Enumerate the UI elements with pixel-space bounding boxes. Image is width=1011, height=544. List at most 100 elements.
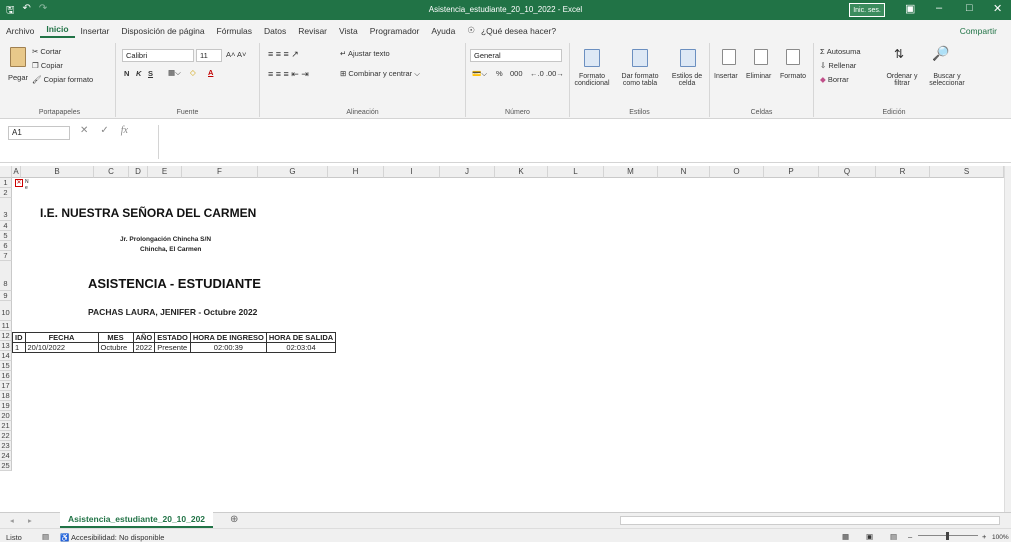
find-icon[interactable]: 🔎 (932, 45, 949, 62)
cell-mes[interactable]: Octubre (97, 342, 134, 353)
column-header[interactable]: K (495, 166, 548, 178)
conditional-format-icon[interactable] (584, 49, 600, 67)
paste-icon[interactable] (10, 47, 26, 67)
ribbon-display-icon[interactable]: ▣ (905, 2, 915, 15)
number-format-combo[interactable]: General (470, 49, 562, 62)
share-button[interactable]: Compartir (954, 26, 1003, 36)
zoom-slider-thumb[interactable] (946, 532, 949, 540)
fill-color-icon[interactable]: ◇ (190, 68, 196, 77)
decimal-icon[interactable]: ←.0 .00→ (530, 69, 564, 78)
paste-button[interactable]: Pegar (8, 73, 28, 82)
wrap-text-button[interactable]: ↵ Ajustar texto (340, 49, 390, 58)
macro-icon[interactable]: ▤ (42, 530, 49, 543)
close-icon[interactable]: ✕ (993, 2, 1002, 15)
column-header[interactable]: Q (819, 166, 876, 178)
autosum-button[interactable]: Σ Autosuma (820, 47, 861, 56)
tab-formulas[interactable]: Fórmulas (211, 26, 258, 36)
row-header[interactable]: 15 (0, 361, 12, 371)
row-header[interactable]: 12 (0, 331, 12, 341)
header-salida[interactable]: HORA DE SALIDA (265, 332, 337, 343)
tab-archivo[interactable]: Archivo (0, 26, 40, 36)
zoom-level[interactable]: 100% (992, 531, 1009, 544)
check-icon[interactable]: ✓ (100, 125, 108, 136)
zoom-in-icon[interactable]: + (982, 530, 986, 543)
cell-id[interactable]: 1 (12, 342, 26, 353)
row-header[interactable]: 5 (0, 231, 12, 241)
row-header[interactable]: 22 (0, 431, 12, 441)
cell-fecha[interactable]: 20/10/2022 (24, 342, 99, 353)
normal-view-icon[interactable]: ▦ (842, 530, 849, 543)
cell-styles-icon[interactable] (680, 49, 696, 67)
column-header[interactable]: S (930, 166, 1004, 178)
row-header[interactable]: 3 (0, 198, 12, 221)
column-header[interactable]: L (548, 166, 604, 178)
header-ingreso[interactable]: HORA DE INGRESO (189, 332, 267, 343)
header-anio[interactable]: AÑO (132, 332, 156, 343)
row-header[interactable]: 18 (0, 391, 12, 401)
next-sheet-icon[interactable]: ▸ (28, 516, 32, 525)
percent-button[interactable]: % (496, 69, 503, 78)
minimize-icon[interactable]: – (936, 2, 942, 14)
column-header[interactable]: A (12, 166, 21, 178)
column-header[interactable]: F (182, 166, 258, 178)
row-header[interactable]: 8 (0, 261, 12, 291)
column-header[interactable]: E (148, 166, 182, 178)
row-header[interactable]: 2 (0, 188, 12, 198)
cut-button[interactable]: ✂ Cortar (32, 47, 61, 56)
format-painter-button[interactable]: 🖌 Copiar formato (32, 75, 93, 84)
column-header[interactable]: G (258, 166, 328, 178)
grow-font-icon[interactable]: A˄ A˅ (226, 50, 246, 59)
format-button[interactable]: Formato (780, 73, 806, 80)
clear-button[interactable]: ◆ Borrar (820, 75, 849, 84)
cell-salida[interactable]: 02:03:04 (265, 342, 337, 353)
row-header[interactable]: 20 (0, 411, 12, 421)
column-header[interactable]: R (876, 166, 930, 178)
insert-button[interactable]: Insertar (714, 73, 738, 80)
sheet-tab[interactable]: Asistencia_estudiante_20_10_202 (60, 512, 214, 528)
row-header[interactable]: 17 (0, 381, 12, 391)
format-cells-icon[interactable] (786, 49, 800, 65)
column-header[interactable]: N (658, 166, 710, 178)
find-select-button[interactable]: Buscar y seleccionar (922, 73, 972, 87)
format-as-table-button[interactable]: Dar formato como tabla (616, 73, 664, 87)
page-break-icon[interactable]: ▤ (890, 530, 897, 543)
page-layout-icon[interactable]: ▣ (866, 530, 873, 543)
column-header[interactable]: M (604, 166, 658, 178)
function-icon[interactable]: fx (121, 125, 128, 136)
align-left-icon[interactable]: ≡ ≡ ≡ ⇤ ⇥ (268, 69, 309, 80)
column-header[interactable]: H (328, 166, 384, 178)
table-format-icon[interactable] (632, 49, 648, 67)
delete-cells-icon[interactable] (754, 49, 768, 65)
column-header[interactable]: O (710, 166, 764, 178)
conditional-format-button[interactable]: Formato condicional (570, 73, 614, 87)
fill-button[interactable]: ⇩ Rellenar (820, 61, 856, 70)
tab-inicio[interactable]: Inicio (40, 24, 75, 38)
tab-insertar[interactable]: Insertar (75, 26, 116, 36)
row-header[interactable]: 23 (0, 441, 12, 451)
column-header[interactable]: J (440, 166, 495, 178)
row-header[interactable]: 16 (0, 371, 12, 381)
currency-icon[interactable]: 💳⌵ (472, 69, 487, 79)
header-id[interactable]: ID (12, 332, 26, 343)
cell-styles-button[interactable]: Estilos de celda (666, 73, 708, 87)
tell-me-search[interactable]: ¿Qué desea hacer? (481, 26, 562, 36)
row-header[interactable]: 21 (0, 421, 12, 431)
row-header[interactable]: 11 (0, 321, 12, 331)
restore-icon[interactable]: □ (966, 2, 973, 14)
font-size-combo[interactable]: 11 (196, 49, 222, 62)
row-header[interactable]: 14 (0, 351, 12, 361)
column-header[interactable]: P (764, 166, 819, 178)
align-top-icon[interactable]: ≡ ≡ ≡ ↗ (268, 49, 299, 60)
name-box[interactable]: A1 (8, 126, 70, 140)
row-header[interactable]: 9 (0, 291, 12, 301)
header-mes[interactable]: MES (97, 332, 134, 343)
sort-filter-icon[interactable]: ⇅ (894, 47, 904, 61)
vertical-scrollbar[interactable] (1004, 166, 1011, 512)
row-header[interactable]: 6 (0, 241, 12, 251)
select-all-corner[interactable] (0, 166, 12, 178)
add-sheet-icon[interactable]: ⊕ (230, 514, 238, 525)
row-header[interactable]: 24 (0, 451, 12, 461)
copy-button[interactable]: ❐ Copiar (32, 61, 63, 70)
cancel-icon[interactable]: ✕ (80, 125, 88, 136)
font-color-icon[interactable]: A (208, 68, 213, 77)
